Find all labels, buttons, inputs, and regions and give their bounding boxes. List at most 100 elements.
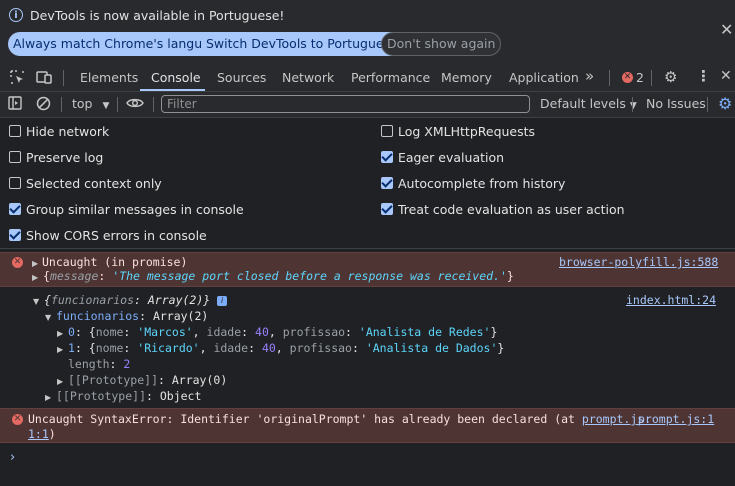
collapse-triangle-icon[interactable]: ▼ — [45, 313, 51, 322]
collapse-triangle-icon[interactable]: ▼ — [33, 297, 39, 306]
object-token: : — [248, 341, 262, 355]
group-similar-checkbox[interactable] — [9, 203, 21, 215]
object-token: } — [490, 325, 498, 339]
error-source-link[interactable]: browser-polyfill.js:588 — [559, 255, 718, 269]
error-inline-link-cont[interactable]: 1:1 — [28, 427, 49, 441]
log-levels-dropdown[interactable]: Default levels ▼ — [540, 96, 637, 111]
object-token: : — [345, 325, 359, 339]
log-xhr-checkbox[interactable] — [381, 125, 393, 137]
object-token: 'Marcos' — [137, 325, 193, 339]
item-content: : {nome: 'Marcos', idade: 40, profissao:… — [75, 325, 497, 339]
info-badge-icon[interactable]: i — [217, 296, 228, 306]
property-key: funcionarios — [56, 309, 140, 323]
log-levels-label: Default levels — [540, 96, 626, 111]
more-tabs-icon[interactable]: » — [585, 67, 594, 85]
detail-key: message — [49, 269, 99, 283]
object-token: 40 — [255, 325, 269, 339]
treat-user-action-checkbox[interactable] — [381, 203, 393, 215]
expand-triangle-icon[interactable]: ▶ — [57, 377, 63, 386]
console-settings-gear-icon[interactable]: ⚙ — [718, 94, 732, 113]
tab-application[interactable]: Application — [509, 70, 579, 85]
more-options-icon[interactable]: ⋮ — [696, 67, 711, 85]
prototype-value: : Object — [146, 389, 202, 403]
object-token: , — [275, 341, 290, 355]
object-token: profissao — [289, 341, 352, 355]
group-similar-label: Group similar messages in console — [26, 202, 244, 217]
expand-triangle-icon[interactable]: ▶ — [32, 259, 38, 268]
item-index: 1 — [68, 341, 75, 355]
object-token: : { — [74, 341, 96, 355]
inspect-element-icon[interactable] — [9, 69, 25, 89]
dropdown-arrow-icon: ▼ — [629, 101, 637, 111]
object-token: : — [351, 341, 366, 355]
language-infobar: i DevTools is now available in Portugues… — [0, 0, 735, 64]
context-value: top — [72, 96, 93, 111]
summary-value: : Array(2)} — [134, 293, 211, 307]
object-token: 'Ricardo' — [137, 341, 200, 355]
sidebar-toggle-icon[interactable] — [8, 96, 22, 114]
toolbar-divider — [609, 70, 610, 86]
preserve-log-checkbox[interactable] — [9, 151, 21, 163]
match-language-button[interactable]: Always match Chrome's language — [8, 32, 231, 56]
show-cors-checkbox[interactable] — [9, 229, 21, 241]
tab-memory[interactable]: Memory — [441, 70, 492, 85]
expand-triangle-icon[interactable]: ▶ — [57, 345, 63, 354]
object-token: } — [497, 341, 505, 355]
treat-user-action-label: Treat code evaluation as user action — [398, 202, 625, 217]
devtools-tabbar: Elements Console Sources Network Perform… — [0, 64, 735, 92]
device-toolbar-icon[interactable] — [36, 69, 52, 89]
brace-open: { — [44, 293, 51, 307]
toolbar-divider — [117, 97, 118, 112]
item-index: 0 — [68, 325, 75, 339]
hide-network-checkbox[interactable] — [9, 125, 21, 137]
array-length: length: 2 — [68, 357, 131, 371]
object-token: : — [123, 341, 138, 355]
object-token: nome — [95, 341, 124, 355]
detail-value: 'The message port closed before a respon… — [112, 269, 507, 283]
error-count-icon[interactable]: ✕ — [622, 72, 633, 83]
live-expression-eye-icon[interactable] — [126, 96, 144, 114]
expand-triangle-icon[interactable]: ▶ — [45, 393, 51, 402]
error-title: Uncaught (in promise) — [42, 255, 188, 269]
object-token: profissao — [282, 325, 346, 339]
length-key: length — [68, 357, 110, 371]
close-icon[interactable]: ✕ — [720, 20, 733, 39]
array-item-0: 0: {nome: 'Marcos', idade: 40, profissao… — [68, 325, 497, 339]
property-value: : Array(2) — [139, 309, 209, 323]
show-cors-label: Show CORS errors in console — [26, 228, 207, 243]
object-token: idade — [213, 341, 249, 355]
log-source-link[interactable]: index.html:24 — [626, 293, 716, 307]
settings-gear-icon[interactable]: ⚙ — [664, 68, 677, 86]
object-token: : { — [74, 325, 96, 339]
error-source-link[interactable]: prompt.js:1 — [638, 412, 714, 426]
autocomplete-history-checkbox[interactable] — [381, 177, 393, 189]
tab-console[interactable]: Console — [151, 70, 201, 85]
eager-evaluation-checkbox[interactable] — [381, 151, 393, 163]
tab-sources[interactable]: Sources — [217, 70, 266, 85]
dropdown-arrow-icon: ▼ — [102, 101, 110, 111]
object-token: 'Analista de Redes' — [358, 325, 491, 339]
dont-show-again-button[interactable]: Don't show again — [381, 32, 502, 56]
log-summary: {funcionarios: Array(2)} i — [44, 293, 228, 307]
tab-elements[interactable]: Elements — [80, 70, 138, 85]
log-xhr-label: Log XMLHttpRequests — [398, 124, 536, 139]
context-selector[interactable]: top ▼ — [72, 96, 109, 111]
filter-input[interactable]: Filter — [161, 95, 530, 113]
issues-button[interactable]: No Issues — [646, 96, 706, 111]
active-tab-indicator — [140, 89, 205, 91]
tab-network[interactable]: Network — [282, 70, 334, 85]
array-property: funcionarios: Array(2) — [56, 309, 208, 323]
object-token: nome — [95, 325, 124, 339]
console-prompt-icon[interactable]: › — [10, 450, 15, 465]
error-count[interactable]: 2 — [636, 70, 644, 85]
clear-console-icon[interactable] — [36, 96, 51, 115]
selected-context-checkbox[interactable] — [9, 177, 21, 189]
tab-performance[interactable]: Performance — [351, 70, 430, 85]
brace-close: } — [506, 269, 514, 283]
object-token: idade — [206, 325, 242, 339]
expand-triangle-icon[interactable]: ▶ — [57, 329, 63, 338]
expand-triangle-icon[interactable]: ▶ — [32, 273, 38, 282]
close-devtools-icon[interactable]: ✕ — [720, 68, 732, 84]
switch-language-button[interactable]: Switch DevTools to Portuguese — [201, 32, 403, 56]
paren-close: ) — [48, 427, 56, 441]
